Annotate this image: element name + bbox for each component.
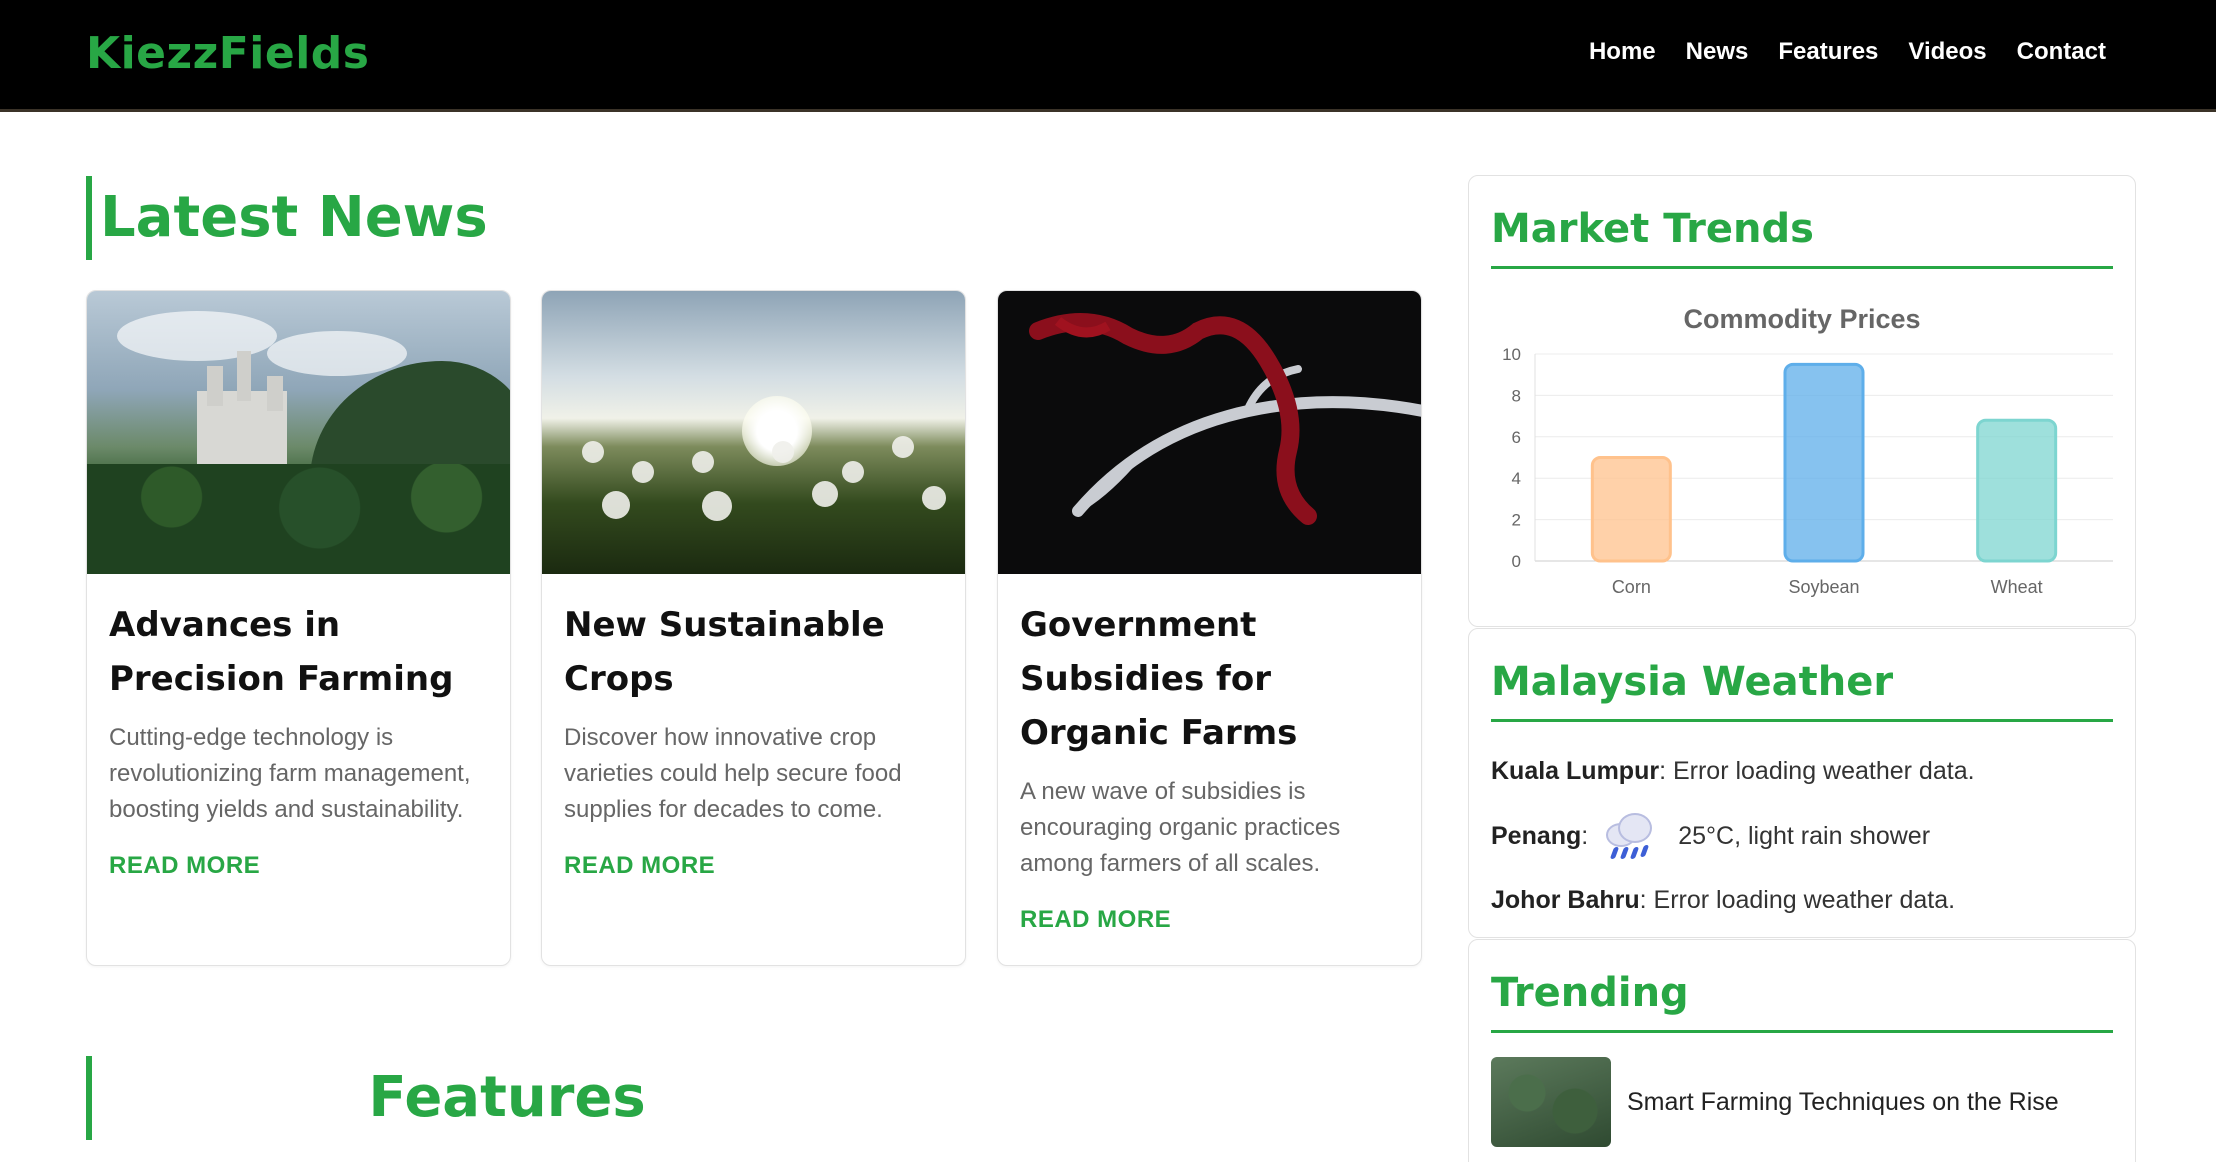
features-heading: Features	[86, 1056, 922, 1140]
top-navbar: KiezzFields Home News Features Videos Co…	[0, 0, 2216, 112]
weather-row: Johor Bahru: Error loading weather data.	[1491, 886, 1956, 914]
trending-title: Trending	[1491, 970, 2113, 1033]
antler-red-ribbon-photo	[998, 291, 1421, 574]
y-tick-label: 0	[1512, 552, 1521, 571]
news-card: Advances in Precision Farming Cutting-ed…	[86, 290, 511, 966]
nav-videos[interactable]: Videos	[1908, 38, 1986, 66]
weather-row: Kuala Lumpur: Error loading weather data…	[1491, 757, 1975, 785]
trending-item[interactable]: Smart Farming Techniques on the Rise	[1469, 1033, 2135, 1147]
read-more-link[interactable]: READ MORE	[109, 852, 260, 880]
y-tick-label: 10	[1502, 345, 1521, 364]
weather-status: Error loading weather data.	[1666, 757, 1975, 785]
nav-home[interactable]: Home	[1589, 38, 1656, 66]
trending-thumbnail[interactable]	[1491, 1057, 1611, 1147]
dandelion-field-photo	[542, 291, 965, 574]
news-card-title[interactable]: Advances in Precision Farming	[109, 598, 488, 706]
news-card-title[interactable]: Government Subsidies for Organic Farms	[1020, 598, 1399, 760]
news-card-text: Discover how innovative crop varieties c…	[564, 724, 902, 823]
latest-news-heading: Latest News	[86, 176, 488, 260]
weather-row: Penang: 25°C, light rain shower	[1491, 799, 2113, 873]
weather-status: Error loading weather data.	[1646, 886, 1956, 914]
x-tick-label: Soybean	[1788, 577, 1859, 597]
news-card: New Sustainable Crops Discover how innov…	[541, 290, 966, 966]
news-card-text: Cutting-edge technology is revolutionizi…	[109, 724, 471, 823]
bar-wheat	[1976, 418, 2058, 563]
weather-status: 25°C, light rain shower	[1678, 821, 1931, 850]
rain-cloud-icon	[1602, 811, 1658, 861]
y-tick-label: 8	[1512, 386, 1521, 405]
weather-city: Penang	[1491, 821, 1582, 850]
news-card-title[interactable]: New Sustainable Crops	[564, 598, 943, 706]
bar-corn	[1590, 456, 1672, 563]
weather-city: Kuala Lumpur	[1491, 757, 1660, 785]
y-tick-label: 4	[1512, 469, 1521, 488]
read-more-link[interactable]: READ MORE	[564, 852, 715, 880]
news-card-text: A new wave of subsidies is encouraging o…	[1020, 778, 1341, 877]
brand-logo[interactable]: KiezzFields	[86, 28, 370, 79]
y-tick-label: 6	[1512, 428, 1521, 447]
nav-contact[interactable]: Contact	[2017, 38, 2106, 66]
castle-forest-photo	[87, 291, 510, 574]
main-nav: Home News Features Videos Contact	[1589, 38, 2106, 66]
trending-item-title[interactable]: Smart Farming Techniques on the Rise	[1627, 1088, 2059, 1117]
x-tick-label: Wheat	[1991, 577, 2043, 597]
weather-title: Malaysia Weather	[1491, 659, 2113, 722]
news-card: Government Subsidies for Organic Farms A…	[997, 290, 1422, 966]
bar-soybean	[1783, 362, 1865, 563]
y-tick-label: 2	[1512, 511, 1521, 530]
market-trends-widget: Market Trends Commodity Prices 0 2 4 6 8 10 Co…	[1468, 175, 2136, 627]
weather-widget: Malaysia Weather Kuala Lumpur: Error loa…	[1468, 628, 2136, 938]
commodity-bar-chart: 0 2 4 6 8 10 Corn Soybean Wheat	[1502, 345, 2113, 597]
x-tick-label: Corn	[1612, 577, 1651, 597]
nav-features[interactable]: Features	[1778, 38, 1878, 66]
read-more-link[interactable]: READ MORE	[1020, 906, 1171, 934]
trending-widget: Trending Smart Farming Techniques on the…	[1468, 939, 2136, 1162]
nav-news[interactable]: News	[1686, 38, 1749, 66]
weather-city: Johor Bahru	[1491, 886, 1640, 914]
